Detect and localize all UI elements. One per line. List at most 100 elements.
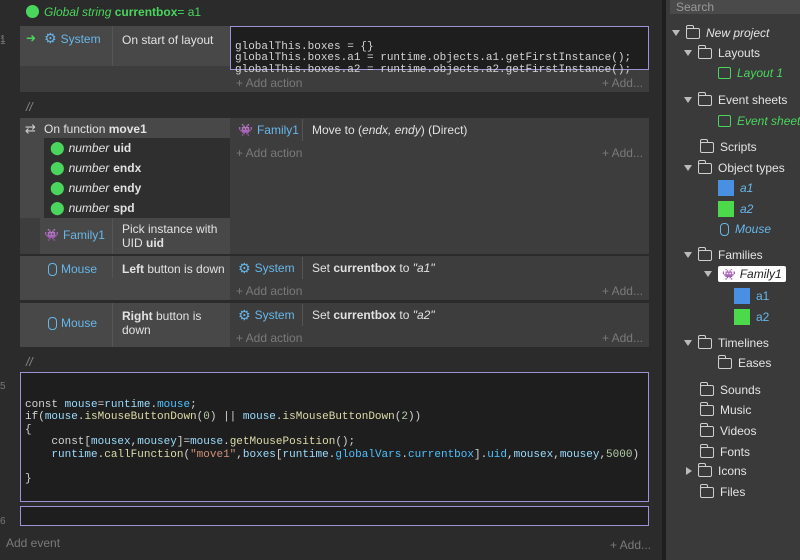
mouse-script-block[interactable]: const mouse=runtime.mouse; if(mouse.isMo… (20, 372, 649, 502)
tree-event-sheets[interactable]: Event sheets (684, 91, 787, 107)
add-more-button[interactable]: + Add... (602, 76, 643, 90)
tree-project-root[interactable]: New project (672, 24, 769, 40)
mouse-icon (720, 222, 729, 236)
function-action-row[interactable]: 👾 Family1 Move to (endx, endy) (Direct) (230, 119, 649, 141)
tree-videos[interactable]: Videos (699, 422, 756, 438)
event-4-action-row[interactable]: ⚙ System Set currentbox to "a2" (230, 304, 649, 326)
project-bar[interactable]: Search New project Layouts Layout 1 Even… (666, 0, 800, 560)
tree-fonts[interactable]: Fonts (699, 443, 750, 459)
add-more-button[interactable]: + Add... (602, 284, 643, 298)
tree-family-a2[interactable]: a2 (734, 309, 769, 325)
search-box[interactable]: Search (670, 0, 800, 14)
mouse-object[interactable]: Mouse (48, 316, 97, 330)
global-var-value: = a1 (177, 5, 202, 19)
system-object[interactable]: ⚙ System (238, 260, 295, 277)
tree-icons[interactable]: Icons (686, 462, 747, 478)
tree-family1[interactable]: 👾 Family1 (704, 266, 786, 282)
event-1-condition-area[interactable]: ➜ ⚙ System On start of layout (20, 26, 230, 66)
folder-icon (697, 44, 712, 59)
tree-event-sheet[interactable]: Event sheet (718, 114, 800, 128)
folder-icon (699, 443, 714, 458)
param-spd[interactable]: ⬤ number spd (50, 200, 135, 216)
tree-label: Event sheet (737, 114, 800, 128)
pick-uid-condition[interactable]: 👾 Family1 Pick instance with UID uid (40, 218, 230, 254)
sub-condition-a: Pick instance with UID (122, 222, 218, 250)
blue-swatch-icon (734, 288, 750, 304)
tree-music[interactable]: Music (699, 401, 751, 417)
event-block-4[interactable]: Mouse Right button is down ⚙ System Set … (20, 303, 649, 347)
sprite-family-icon: 👾 (44, 228, 59, 242)
family-selected: 👾 Family1 (718, 266, 786, 282)
add-action-button[interactable]: + Add action (236, 76, 302, 90)
param-endy[interactable]: ⬤ number endy (50, 180, 141, 196)
tree-family-a1[interactable]: a1 (734, 288, 769, 304)
system-object[interactable]: ⚙ System (44, 30, 101, 47)
tree-object-mouse[interactable]: Mouse (720, 222, 771, 236)
folder-icon (699, 422, 714, 437)
global-variable-row[interactable]: Global string currentbox= a1 (20, 0, 649, 24)
tree-sounds[interactable]: Sounds (699, 381, 761, 397)
tree-object-a2[interactable]: a2 (718, 201, 753, 217)
family1-object[interactable]: 👾 Family1 (238, 123, 299, 137)
folder-icon (699, 381, 714, 396)
event-3-condition-area[interactable]: Mouse Left button is down (20, 256, 230, 300)
event-3-action-row[interactable]: ⚙ System Set currentbox to "a1" (230, 257, 649, 279)
tree-object-types[interactable]: Object types (684, 159, 785, 175)
tree-label: Files (720, 485, 746, 499)
global-var-prefix: Global string (44, 5, 115, 19)
param-type: number (68, 181, 110, 195)
action-b: currentbox (333, 308, 397, 322)
add-more-button[interactable]: + Add... (602, 146, 643, 160)
gutter-mark: 6 (0, 516, 6, 527)
tree-scripts[interactable]: Scripts (699, 138, 757, 154)
param-name: spd (113, 201, 135, 215)
folder-icon (697, 246, 712, 261)
event-block-3[interactable]: Mouse Left button is down ⚙ System Set c… (20, 256, 649, 300)
event-block-1[interactable]: ➜ ⚙ System On start of layout globalThis… (20, 26, 649, 92)
event-sheet[interactable]: Global string currentbox= a1 1 ➜ ⚙ Syste… (0, 0, 662, 560)
action-text-b: endx, endy (362, 123, 421, 137)
code-line-3: globalThis.boxes.a2 = runtime.objects.a2… (235, 63, 632, 76)
tree-label: Eases (738, 356, 772, 370)
chevron-down-icon (684, 340, 692, 346)
tree-label: Object types (718, 161, 785, 175)
param-endx[interactable]: ⬤ number endx (50, 160, 141, 176)
folder-icon (697, 159, 712, 174)
comment-row[interactable]: // (20, 96, 649, 116)
event-1-script[interactable]: globalThis.boxes = {} globalThis.boxes.a… (230, 26, 649, 75)
gear-icon: ⚙ (238, 259, 251, 276)
add-action-button[interactable]: + Add action (236, 146, 302, 160)
tree-eases[interactable]: Eases (717, 354, 772, 370)
empty-script-block[interactable] (20, 506, 649, 526)
family1-object[interactable]: 👾 Family1 (44, 228, 105, 242)
folder-icon (697, 334, 712, 349)
cond-bold: Right (122, 309, 153, 323)
chevron-down-icon (684, 165, 692, 171)
tree-timelines[interactable]: Timelines (684, 334, 769, 350)
tree-files[interactable]: Files (699, 483, 746, 499)
folder-icon (699, 138, 714, 153)
mouse-object[interactable]: Mouse (48, 262, 97, 276)
function-condition-area[interactable]: ⇄ On function move1 ⬤ number uid ⬤ number… (20, 118, 230, 218)
chevron-down-icon (684, 252, 692, 258)
add-action-button[interactable]: + Add action (236, 284, 302, 298)
comment-row-2[interactable]: // (20, 352, 649, 370)
add-event-button[interactable]: Add event (6, 536, 60, 550)
system-object[interactable]: ⚙ System (238, 307, 295, 324)
action-d: "a1" (412, 261, 435, 275)
add-more-button[interactable]: + Add... (602, 331, 643, 345)
param-type: number (68, 161, 110, 175)
event-4-condition-area[interactable]: Mouse Right button is down (20, 303, 230, 347)
mouse-icon (48, 262, 57, 276)
add-more-bottom[interactable]: + Add... (610, 538, 651, 552)
sprite-family-icon: 👾 (238, 123, 253, 137)
tree-families[interactable]: Families (684, 246, 763, 262)
tree-object-a1[interactable]: a1 (718, 180, 753, 196)
tree-layouts[interactable]: Layouts (684, 44, 760, 60)
action-c: to (396, 261, 413, 275)
add-action-button[interactable]: + Add action (236, 331, 302, 345)
tree-layout-1[interactable]: Layout 1 (718, 66, 783, 80)
param-name: endy (113, 181, 142, 195)
param-uid[interactable]: ⬤ number uid (50, 140, 131, 156)
event-block-2[interactable]: ⇄ On function move1 ⬤ number uid ⬤ number… (20, 118, 649, 254)
